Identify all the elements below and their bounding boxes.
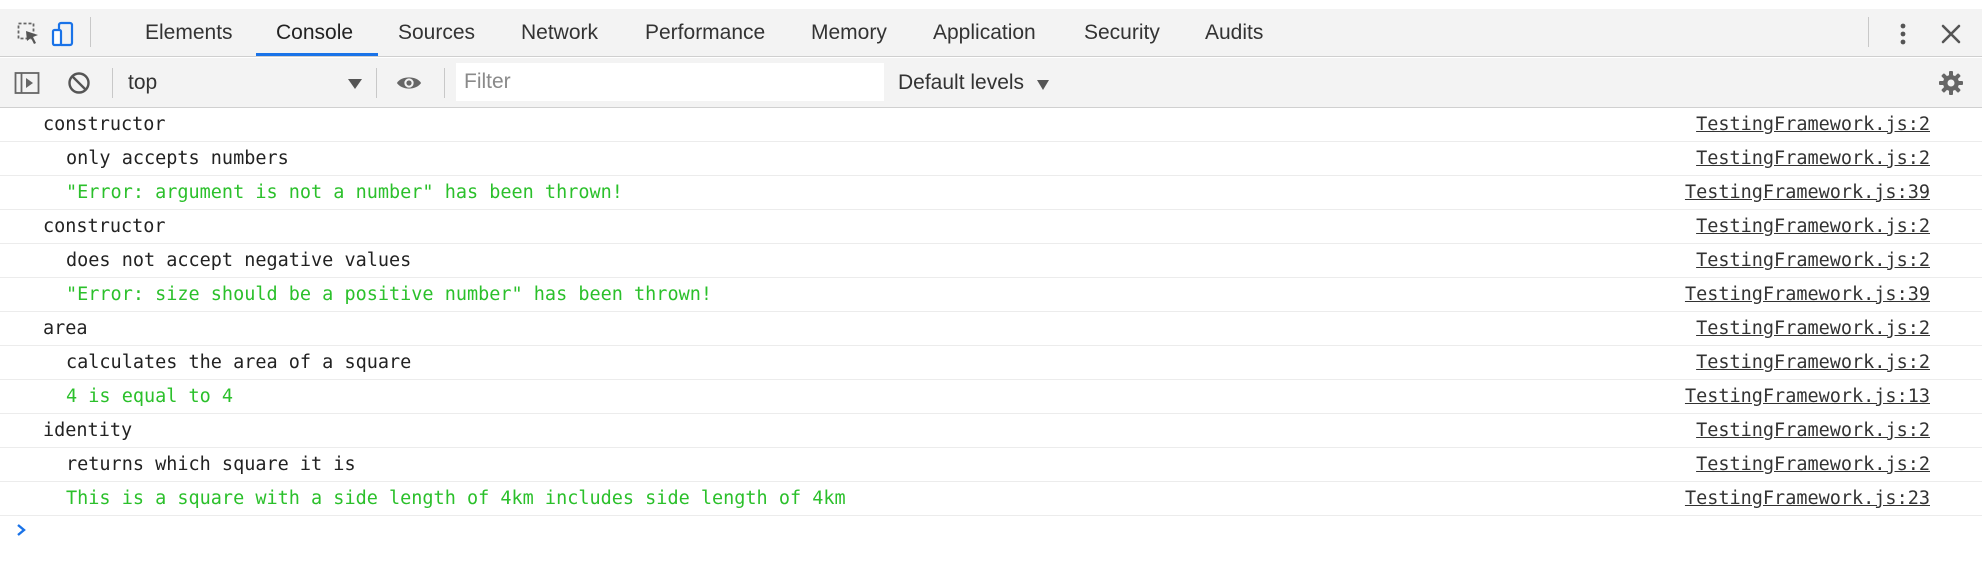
source-link[interactable]: TestingFramework.js:39 — [1685, 176, 1930, 209]
tab-security[interactable]: Security — [1084, 9, 1160, 56]
console-message-row: "Error: argument is not a number" has be… — [0, 176, 1982, 210]
console-message-text: This is a square with a side length of 4… — [66, 488, 846, 509]
chevron-down-icon[interactable] — [348, 79, 362, 89]
console-message-row: This is a square with a side length of 4… — [0, 482, 1982, 516]
tab-memory[interactable]: Memory — [811, 9, 887, 56]
console-message-row: only accepts numbers TestingFramework.js:… — [0, 142, 1982, 176]
active-tab-indicator — [256, 53, 378, 56]
console-message-text: constructor — [43, 114, 166, 135]
console-toolbar: top Default levels — [0, 58, 1982, 108]
tab-elements[interactable]: Elements — [145, 9, 233, 56]
source-link[interactable]: TestingFramework.js:39 — [1685, 278, 1930, 311]
console-prompt-chevron-icon[interactable] — [14, 520, 34, 540]
console-message-text: "Error: size should be a positive number… — [66, 284, 713, 305]
source-link[interactable]: TestingFramework.js:2 — [1696, 244, 1930, 277]
inspect-element-icon[interactable] — [16, 21, 42, 47]
show-sidebar-icon[interactable] — [14, 70, 40, 96]
console-message-row: area TestingFramework.js:2 — [0, 312, 1982, 346]
source-link[interactable]: TestingFramework.js:2 — [1696, 210, 1930, 243]
toolbar-divider — [1868, 17, 1869, 47]
console-message-row: returns which square it is TestingFramewo… — [0, 448, 1982, 482]
console-message-text: area — [43, 318, 88, 339]
console-message-row: 4 is equal to 4 TestingFramework.js:13 — [0, 380, 1982, 414]
toolbar-divider — [444, 68, 445, 98]
context-selector[interactable]: top — [128, 58, 157, 108]
source-link[interactable]: TestingFramework.js:13 — [1685, 380, 1930, 413]
console-message-text: identity — [43, 420, 133, 441]
console-message-text: 4 is equal to 4 — [66, 386, 234, 407]
device-toolbar-icon[interactable] — [50, 21, 76, 47]
console-message-text: "Error: argument is not a number" has be… — [66, 182, 623, 203]
source-link[interactable]: TestingFramework.js:2 — [1696, 448, 1930, 481]
console-message-text: only accepts numbers — [66, 148, 289, 169]
source-link[interactable]: TestingFramework.js:2 — [1696, 312, 1930, 345]
tab-application[interactable]: Application — [933, 9, 1036, 56]
console-message-row: does not accept negative values TestingFr… — [0, 244, 1982, 278]
clear-console-icon[interactable] — [66, 70, 92, 96]
source-link[interactable]: TestingFramework.js:2 — [1696, 414, 1930, 447]
console-message-text: constructor — [43, 216, 166, 237]
console-message-text: does not accept negative values — [66, 250, 412, 271]
gear-icon[interactable] — [1938, 70, 1964, 96]
source-link[interactable]: TestingFramework.js:2 — [1696, 108, 1930, 141]
tab-performance[interactable]: Performance — [645, 9, 765, 56]
filter-input[interactable] — [456, 63, 884, 101]
tab-audits[interactable]: Audits — [1205, 9, 1263, 56]
live-expression-eye-icon[interactable] — [396, 70, 422, 96]
console-message-row: identity TestingFramework.js:2 — [0, 414, 1982, 448]
tab-network[interactable]: Network — [521, 9, 598, 56]
source-link[interactable]: TestingFramework.js:2 — [1696, 346, 1930, 379]
console-message-text: calculates the area of a square — [66, 352, 412, 373]
log-levels-dropdown[interactable]: Default levels — [898, 58, 1024, 108]
console-message-row: "Error: size should be a positive number… — [0, 278, 1982, 312]
toolbar-divider — [90, 17, 91, 47]
close-icon[interactable] — [1938, 21, 1964, 47]
toolbar-divider — [112, 68, 113, 98]
source-link[interactable]: TestingFramework.js:2 — [1696, 142, 1930, 175]
console-message-row: constructor TestingFramework.js:2 — [0, 108, 1982, 142]
console-message-row: constructor TestingFramework.js:2 — [0, 210, 1982, 244]
toolbar-divider — [376, 68, 377, 98]
chevron-down-icon[interactable] — [1037, 80, 1049, 90]
source-link[interactable]: TestingFramework.js:23 — [1685, 482, 1930, 515]
console-message-text: returns which square it is — [66, 454, 356, 475]
console-message-row: calculates the area of a square TestingFr… — [0, 346, 1982, 380]
more-vertical-icon[interactable] — [1890, 21, 1916, 47]
tab-console[interactable]: Console — [276, 9, 353, 56]
tab-sources[interactable]: Sources — [398, 9, 475, 56]
devtools-tab-bar: Elements Console Sources Network Performance… — [0, 9, 1982, 57]
